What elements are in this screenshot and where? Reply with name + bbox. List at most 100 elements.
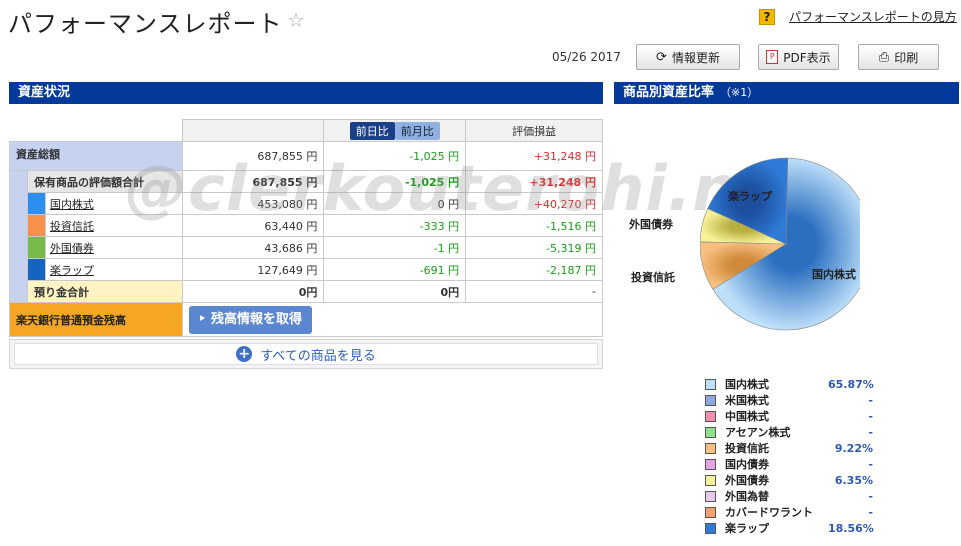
- page-title: パフォーマンスレポート: [8, 10, 283, 38]
- product-swatch: [26, 192, 46, 215]
- legend-value: -: [868, 505, 873, 519]
- product-row: 外国債券 43,686 円 -1 円 -5,319 円: [9, 236, 603, 259]
- product-change: -1 円: [323, 236, 467, 259]
- pdf-label: PDF表示: [783, 50, 831, 65]
- allocation-legend: 国内株式 65.87% 米国株式 - 中国株式 - アセアン株式 - 投資信託 9.22% 国内債券…: [705, 376, 874, 536]
- total-value: 687,855 円: [181, 141, 325, 171]
- product-change: -333 円: [323, 214, 467, 237]
- allocation-pie-chart: [700, 157, 860, 331]
- product-link[interactable]: 楽ラップ: [46, 264, 94, 277]
- legend-swatch: [705, 522, 716, 534]
- legend-value: 65.87%: [828, 377, 874, 391]
- product-change: -691 円: [323, 258, 467, 281]
- allocation-header: 商品別資産比率 （※1）: [614, 82, 959, 104]
- product-swatch: [26, 236, 46, 259]
- holdings-value: 687,855 円: [181, 170, 325, 193]
- product-link[interactable]: 外国債券: [46, 242, 94, 255]
- legend-value: 18.56%: [828, 521, 874, 535]
- legend-label: 投資信託: [725, 442, 769, 455]
- product-row: 投資信託 63,440 円 -333 円 -1,516 円: [9, 214, 603, 237]
- legend-item: 国内株式 65.87%: [705, 376, 874, 392]
- see-all-button[interactable]: + すべての商品を見る: [14, 343, 598, 365]
- get-balance-label: 残高情報を取得: [211, 311, 303, 327]
- asset-status-header: 資産状況: [9, 82, 603, 104]
- legend-swatch: [705, 506, 716, 518]
- legend-label: 国内株式: [725, 378, 769, 391]
- product-value: 43,686 円: [181, 236, 325, 259]
- product-value: 63,440 円: [181, 214, 325, 237]
- holdings-label: 保有商品の評価額合計: [26, 170, 183, 193]
- legend-item: アセアン株式 -: [705, 424, 873, 440]
- product-change: 0 円: [323, 192, 467, 215]
- deposit-pnl: -: [465, 280, 603, 303]
- legend-item: 投資信託 9.22%: [705, 440, 873, 456]
- value-header: [181, 119, 325, 142]
- product-pnl: +40,270 円: [465, 192, 603, 215]
- legend-swatch: [705, 442, 716, 454]
- star-icon[interactable]: ☆: [287, 8, 305, 32]
- print-button[interactable]: ⎙ 印刷: [858, 44, 939, 70]
- help-icon[interactable]: ?: [759, 9, 775, 25]
- holdings-pnl: +31,248 円: [465, 170, 603, 193]
- allocation-note: （※1）: [720, 86, 759, 99]
- total-change: -1,025 円: [323, 141, 467, 171]
- legend-value: -: [868, 393, 873, 407]
- legend-label: 中国株式: [725, 410, 769, 423]
- see-all-bar: + すべての商品を見る: [9, 339, 603, 369]
- legend-value: -: [868, 409, 873, 423]
- holdings-change: -1,025 円: [323, 170, 467, 193]
- product-link[interactable]: 投資信託: [46, 220, 94, 233]
- legend-label: 国内債券: [725, 458, 769, 471]
- asset-status-title: 資産状況: [18, 85, 71, 100]
- pie-label-domestic-stock: 国内株式: [812, 268, 856, 281]
- refresh-icon: ⟳: [656, 49, 667, 65]
- product-value: 127,649 円: [181, 258, 325, 281]
- pie-label-foreign-bond: 外国債券: [629, 218, 673, 231]
- legend-item: カバードワラント -: [705, 504, 873, 520]
- pdf-icon: P: [766, 50, 779, 64]
- tab-day[interactable]: 前日比: [349, 121, 395, 140]
- legend-value: -: [868, 457, 873, 471]
- legend-item: 米国株式 -: [705, 392, 873, 408]
- legend-swatch: [705, 426, 716, 438]
- legend-value: 6.35%: [834, 473, 873, 487]
- product-value: 453,080 円: [181, 192, 325, 215]
- legend-label: カバードワラント: [725, 506, 813, 519]
- legend-swatch: [705, 474, 716, 486]
- legend-swatch: [705, 490, 716, 502]
- product-link[interactable]: 国内株式: [46, 198, 94, 211]
- pdf-button[interactable]: P PDF表示: [758, 44, 839, 70]
- product-swatch: [26, 258, 46, 281]
- legend-swatch: [705, 378, 716, 390]
- allocation-title: 商品別資産比率: [623, 85, 715, 100]
- get-balance-button[interactable]: ‣ 残高情報を取得: [188, 305, 312, 334]
- deposit-value: 0円: [181, 280, 325, 303]
- pie-label-rakuwrap: 楽ラップ: [728, 190, 772, 203]
- legend-value: -: [868, 425, 873, 439]
- legend-item: 楽ラップ 18.56%: [705, 520, 874, 536]
- legend-item: 外国債券 6.35%: [705, 472, 873, 488]
- product-pnl: -5,319 円: [465, 236, 603, 259]
- total-label: 資産総額: [9, 141, 183, 171]
- legend-item: 外国為替 -: [705, 488, 873, 504]
- legend-item: 中国株式 -: [705, 408, 873, 424]
- printer-icon: ⎙: [878, 49, 890, 65]
- tab-month[interactable]: 前月比: [394, 121, 440, 140]
- legend-label: アセアン株式: [725, 426, 791, 439]
- help-link[interactable]: パフォーマンスレポートの見方: [789, 8, 957, 25]
- product-pnl: -1,516 円: [465, 214, 603, 237]
- legend-label: 外国為替: [725, 490, 769, 503]
- product-row: 楽ラップ 127,649 円 -691 円 -2,187 円: [9, 258, 603, 281]
- plus-icon: +: [236, 346, 253, 362]
- pie-label-investment-trust: 投資信託: [631, 271, 675, 284]
- refresh-button[interactable]: ⟳ 情報更新: [636, 44, 740, 70]
- pnl-header: 評価損益: [465, 119, 603, 142]
- legend-swatch: [705, 458, 716, 470]
- legend-label: 外国債券: [725, 474, 769, 487]
- rakuten-bank-label: 楽天銀行普通預金残高: [9, 302, 183, 337]
- legend-label: 米国株式: [725, 394, 769, 407]
- see-all-label: すべての商品を見る: [260, 348, 376, 364]
- legend-swatch: [705, 394, 716, 406]
- deposit-label: 預り金合計: [26, 280, 183, 303]
- asset-table: 前日比 前月比 評価損益 資産総額 687,855 円 -1,025 円 +31,…: [9, 119, 604, 337]
